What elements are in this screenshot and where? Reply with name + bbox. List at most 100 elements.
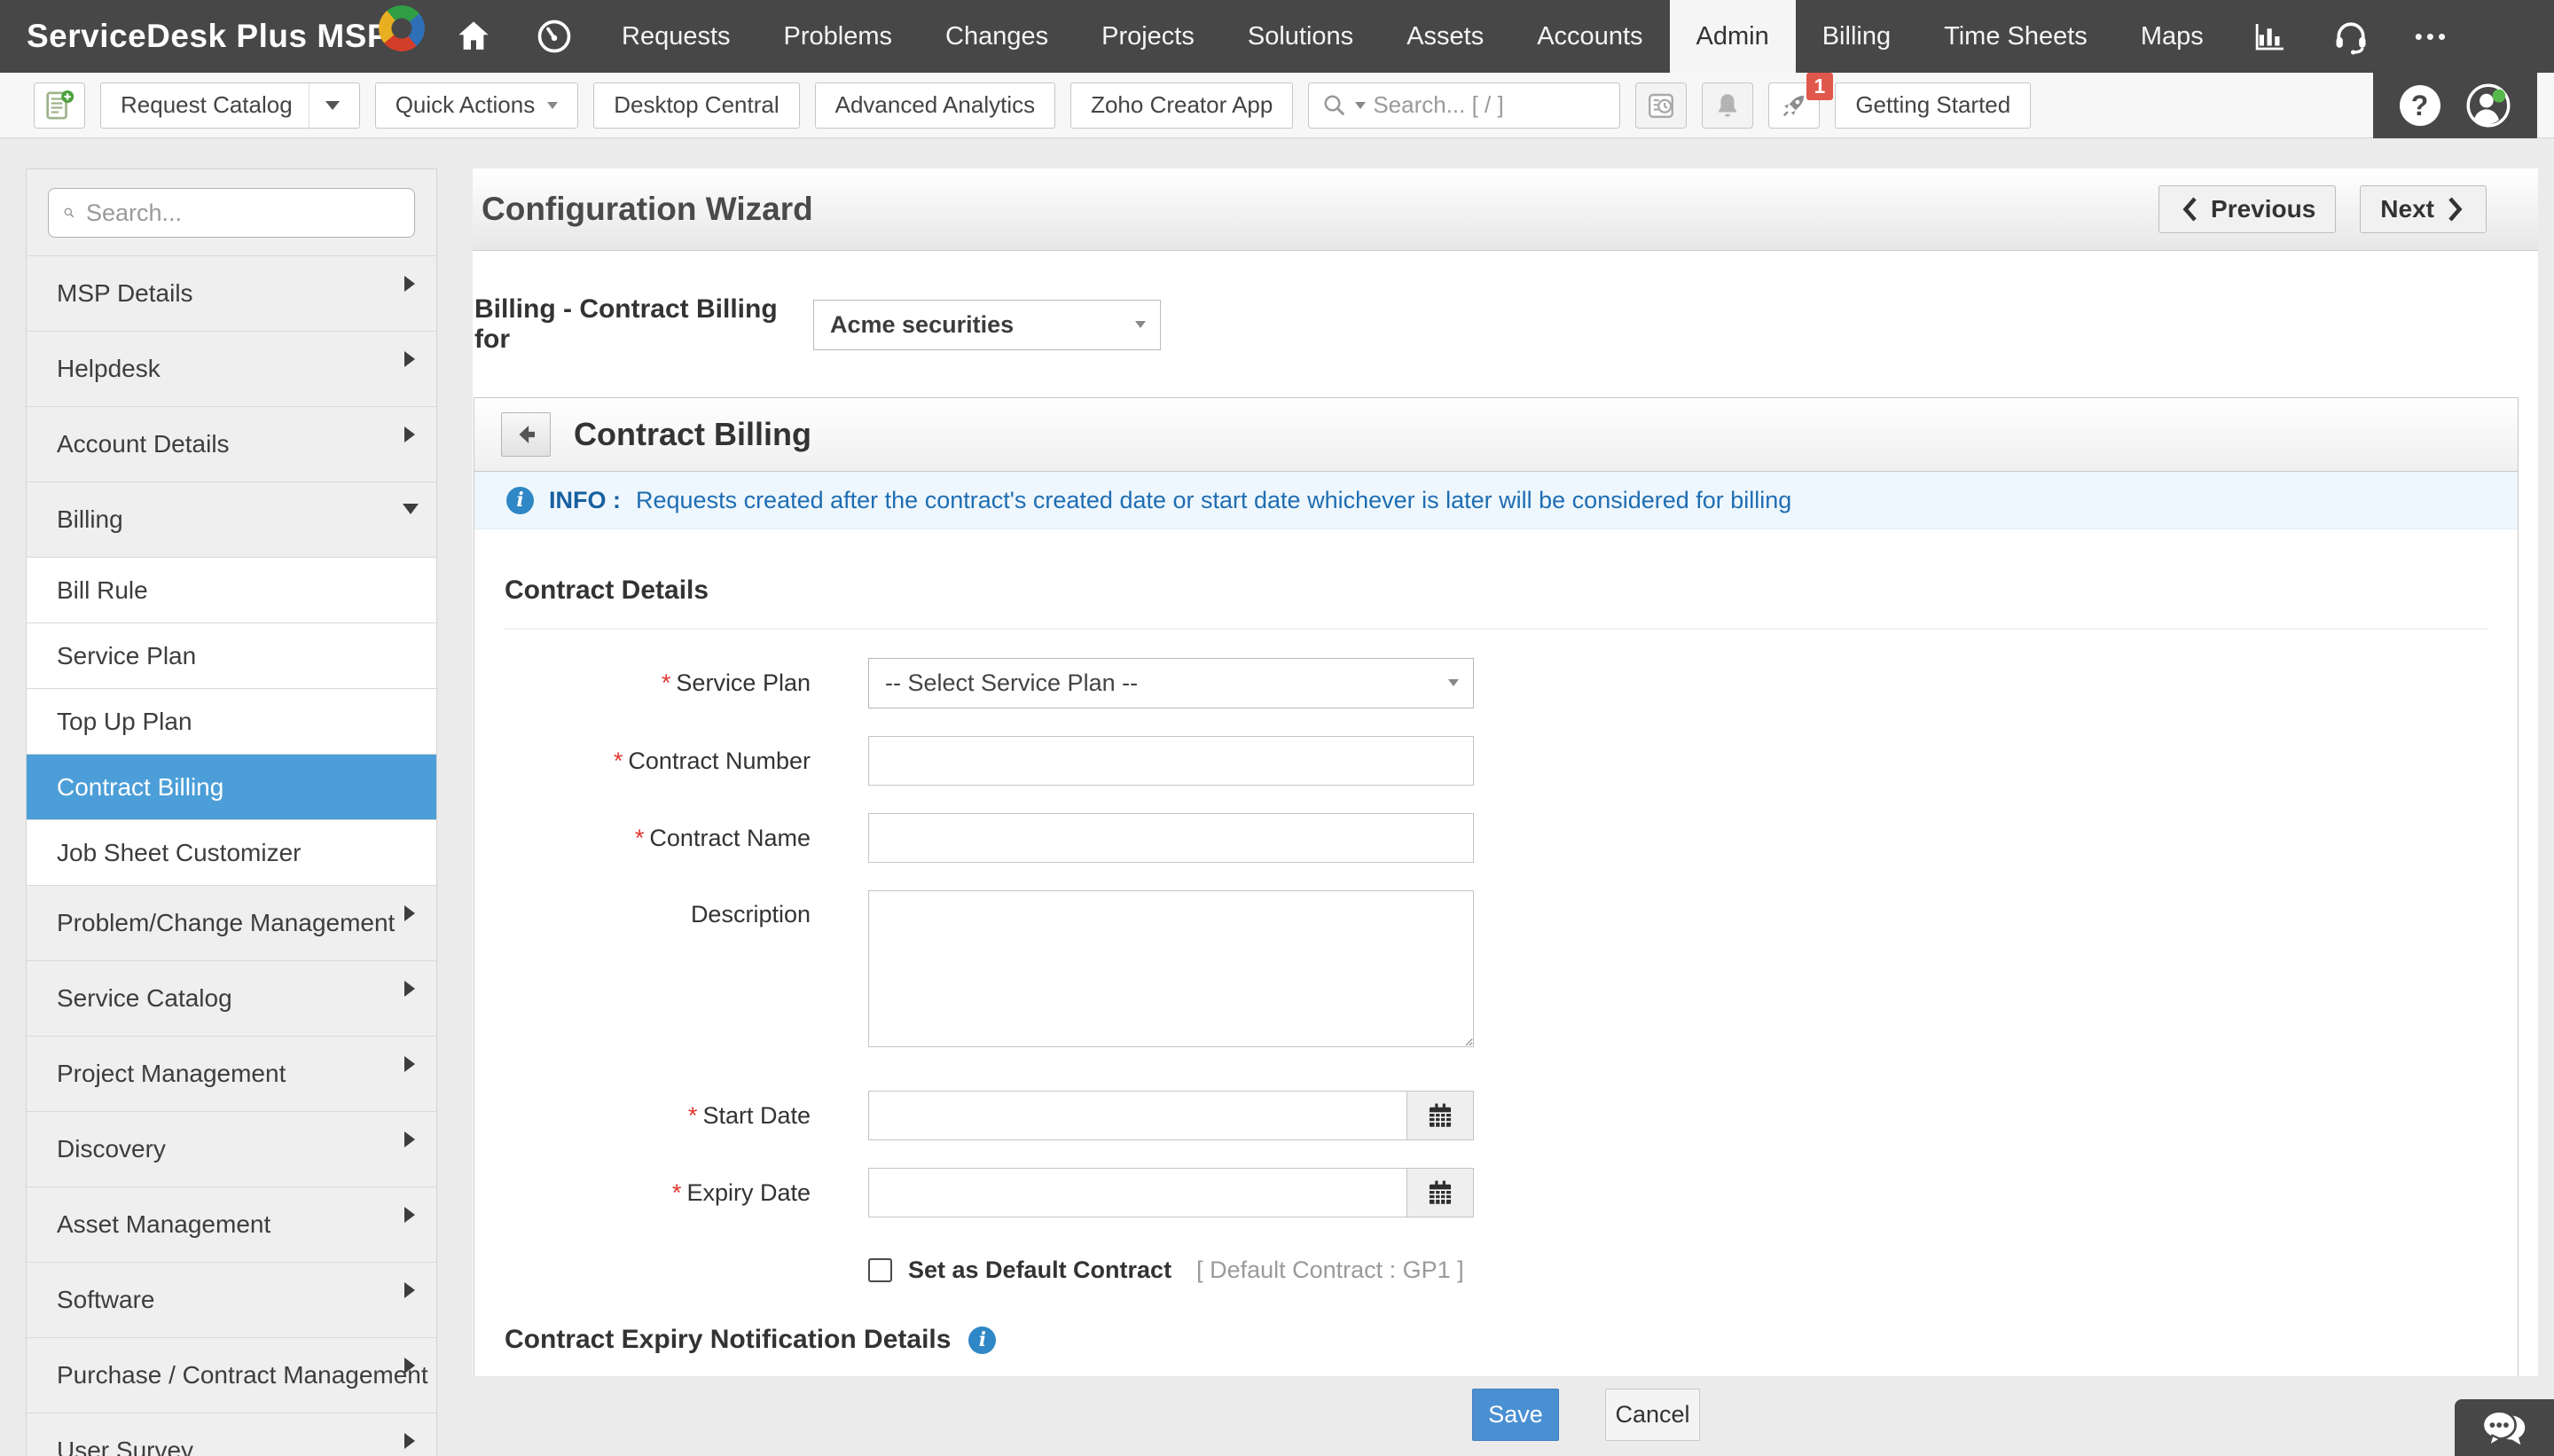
getting-started-button[interactable]: Getting Started xyxy=(1835,82,2032,129)
next-button[interactable]: Next xyxy=(2360,185,2487,233)
start-date-input[interactable] xyxy=(868,1091,1406,1140)
sidebar-item-msp-details[interactable]: MSP Details xyxy=(27,255,436,331)
sidebar-item-label: Purchase / Contract Management xyxy=(57,1361,428,1389)
notifications-button[interactable] xyxy=(1702,82,1754,129)
advanced-analytics-button[interactable]: Advanced Analytics xyxy=(814,82,1056,129)
search-icon xyxy=(64,207,74,218)
scheduled-tasks-button[interactable] xyxy=(1635,82,1688,129)
contract-number-input[interactable] xyxy=(868,736,1474,786)
contract-name-row: * Contract Name xyxy=(505,813,2487,863)
sidebar-item-label: Job Sheet Customizer xyxy=(57,838,302,866)
document-add-icon xyxy=(46,90,74,119)
sidebar-item-account-details[interactable]: Account Details xyxy=(27,406,436,481)
sidebar-item-contract-billing[interactable]: Contract Billing xyxy=(27,754,436,819)
form-action-bar: Save Cancel xyxy=(473,1376,2538,1456)
back-button[interactable] xyxy=(501,412,551,457)
account-select[interactable]: Acme securities xyxy=(813,299,1161,350)
nav-item-accounts[interactable]: Accounts xyxy=(1510,0,1669,73)
sidebar-item-helpdesk[interactable]: Helpdesk xyxy=(27,331,436,406)
start-date-row: * Start Date xyxy=(505,1091,2487,1140)
nav-item-assets[interactable]: Assets xyxy=(1380,0,1510,73)
user-avatar[interactable] xyxy=(2465,82,2511,129)
sidebar-item-label: Discovery xyxy=(57,1135,166,1162)
default-contract-checkbox[interactable] xyxy=(868,1258,892,1282)
description-row: Description xyxy=(505,890,2487,1052)
nav-item-time-sheets[interactable]: Time Sheets xyxy=(1917,0,2114,73)
global-search-box[interactable] xyxy=(1308,82,1621,129)
whats-new-button[interactable]: 1 xyxy=(1768,72,1834,129)
chevron-down-icon xyxy=(1135,320,1146,328)
sidebar-item-label: Top Up Plan xyxy=(57,707,192,735)
sidebar-item-discovery[interactable]: Discovery xyxy=(27,1111,436,1186)
service-plan-select[interactable]: -- Select Service Plan -- xyxy=(868,658,1474,708)
support-icon[interactable] xyxy=(2310,0,2392,73)
quick-actions-label: Quick Actions xyxy=(395,91,536,118)
new-request-icon-button[interactable] xyxy=(34,82,85,129)
nav-item-projects[interactable]: Projects xyxy=(1075,0,1221,73)
more-menu-icon[interactable]: ••• xyxy=(2392,0,2472,73)
cancel-button[interactable]: Cancel xyxy=(1605,1389,1700,1441)
description-textarea[interactable] xyxy=(868,890,1474,1047)
app-logo[interactable]: ServiceDesk Plus MSP xyxy=(0,0,435,73)
required-marker: * xyxy=(661,669,671,696)
start-date-calendar-button[interactable] xyxy=(1406,1091,1474,1140)
save-button[interactable]: Save xyxy=(1472,1389,1559,1441)
sidebar-item-bill-rule[interactable]: Bill Rule xyxy=(27,557,436,622)
getting-started-label: Getting Started xyxy=(1855,91,2011,118)
info-label: INFO : xyxy=(549,486,621,513)
quick-actions-button[interactable]: Quick Actions xyxy=(374,82,579,129)
sidebar-item-label: Service Plan xyxy=(57,641,197,669)
nav-item-problems[interactable]: Problems xyxy=(757,0,920,73)
chevron-right-icon xyxy=(404,276,415,292)
chevron-down-icon[interactable] xyxy=(325,100,340,110)
sidebar-item-project-management[interactable]: Project Management xyxy=(27,1036,436,1111)
required-marker: * xyxy=(671,1178,682,1206)
contract-name-input[interactable] xyxy=(868,813,1474,863)
chevron-right-icon xyxy=(404,1131,415,1147)
bar-chart-icon xyxy=(2255,24,2284,51)
nav-item-solutions[interactable]: Solutions xyxy=(1221,0,1380,73)
sidebar-item-asset-management[interactable]: Asset Management xyxy=(27,1186,436,1262)
sidebar-item-service-catalog[interactable]: Service Catalog xyxy=(27,960,436,1036)
sidebar-item-top-up-plan[interactable]: Top Up Plan xyxy=(27,688,436,754)
sidebar-item-job-sheet-customizer[interactable]: Job Sheet Customizer xyxy=(27,819,436,885)
live-chat-button[interactable] xyxy=(2455,1399,2554,1456)
dashboard-icon[interactable] xyxy=(513,0,595,73)
sidebar-item-software[interactable]: Software xyxy=(27,1262,436,1337)
sidebar-item-service-plan[interactable]: Service Plan xyxy=(27,622,436,688)
sidebar-item-billing[interactable]: Billing xyxy=(27,481,436,557)
expiry-date-calendar-button[interactable] xyxy=(1406,1168,1474,1217)
desktop-central-button[interactable]: Desktop Central xyxy=(593,82,800,129)
nav-item-maps[interactable]: Maps xyxy=(2114,0,2230,73)
sidebar-item-label: Project Management xyxy=(57,1060,286,1087)
sidebar-search-box[interactable] xyxy=(48,188,415,238)
account-select-value: Acme securities xyxy=(830,310,1015,338)
expiry-date-input[interactable] xyxy=(868,1168,1406,1217)
nav-item-changes[interactable]: Changes xyxy=(919,0,1075,73)
help-icon[interactable]: ? xyxy=(2399,85,2440,126)
section-separator xyxy=(505,629,2487,630)
sidebar-item-user-survey[interactable]: User Survey xyxy=(27,1413,436,1456)
chevron-right-icon xyxy=(404,1056,415,1072)
zoho-creator-app-button[interactable]: Zoho Creator App xyxy=(1070,82,1294,129)
sidebar-item-problem-change-management[interactable]: Problem/Change Management xyxy=(27,885,436,960)
speedometer-icon xyxy=(537,20,571,53)
user-utility-block: ? xyxy=(2373,73,2537,138)
arrow-left-icon xyxy=(519,426,535,443)
sidebar-search-wrap xyxy=(27,169,436,255)
reports-icon[interactable] xyxy=(2230,0,2310,73)
nav-item-admin[interactable]: Admin xyxy=(1669,0,1796,73)
global-search-input[interactable] xyxy=(1373,91,1608,119)
nav-item-requests[interactable]: Requests xyxy=(595,0,757,73)
default-contract-label: Set as Default Contract xyxy=(908,1256,1172,1283)
sidebar-search-input[interactable] xyxy=(86,199,400,227)
nav-item-billing[interactable]: Billing xyxy=(1796,0,1917,73)
request-catalog-button[interactable]: Request Catalog xyxy=(100,82,360,129)
expiry-notification-title: Contract Expiry Notification Details xyxy=(505,1325,952,1354)
home-icon[interactable] xyxy=(434,0,513,73)
search-scope-chevron-icon[interactable] xyxy=(1355,101,1367,109)
previous-button[interactable]: Previous xyxy=(2158,185,2337,233)
sidebar-item-purchase-contract-management[interactable]: Purchase / Contract Management xyxy=(27,1337,436,1413)
sidebar-item-label: Account Details xyxy=(57,430,230,458)
chevron-right-icon xyxy=(404,1282,415,1298)
